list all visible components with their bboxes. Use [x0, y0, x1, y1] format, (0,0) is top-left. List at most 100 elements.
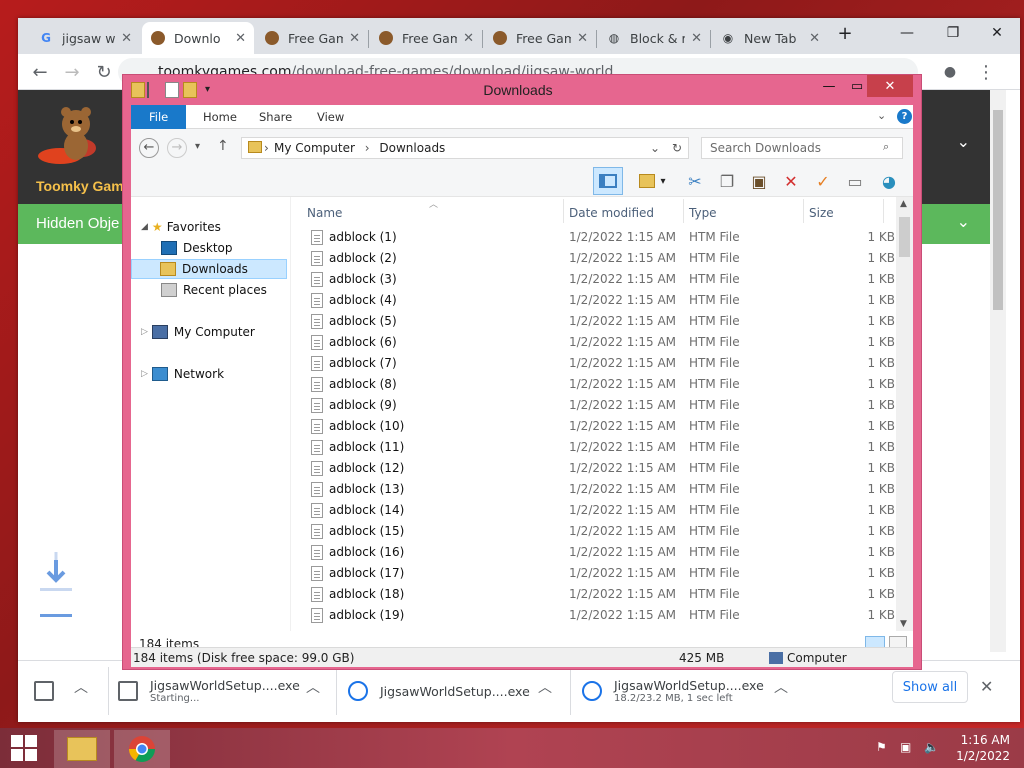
- close-tab-icon[interactable]: ✕: [235, 31, 246, 46]
- file-row[interactable]: adblock (11) 1/2/2022 1:15 AM HTM File 1 KB: [301, 437, 895, 458]
- tab-file[interactable]: File: [131, 105, 187, 129]
- copy-icon[interactable]: ❐: [715, 169, 739, 193]
- checkmark-icon[interactable]: ✓: [811, 169, 835, 193]
- search-input[interactable]: Search Downloads: [701, 137, 903, 159]
- tab-home[interactable]: Home: [189, 105, 251, 129]
- tab-view[interactable]: View: [303, 105, 358, 129]
- nav-desktop[interactable]: Desktop: [161, 238, 233, 258]
- column-divider[interactable]: [803, 199, 804, 223]
- column-type[interactable]: Type: [689, 206, 717, 220]
- scrollbar-thumb[interactable]: [899, 217, 910, 257]
- folder-options-icon[interactable]: [635, 169, 659, 193]
- file-row[interactable]: adblock (8) 1/2/2022 1:15 AM HTM File 1 KB: [301, 374, 895, 395]
- file-row[interactable]: adblock (1) 1/2/2022 1:15 AM HTM File 1 KB: [301, 227, 895, 248]
- preview-pane-icon[interactable]: [593, 167, 623, 195]
- file-row[interactable]: adblock (3) 1/2/2022 1:15 AM HTM File 1 KB: [301, 269, 895, 290]
- browser-tab[interactable]: Free Gam ✕: [256, 22, 368, 54]
- close-tab-icon[interactable]: ✕: [121, 31, 132, 46]
- forward-icon[interactable]: →: [167, 138, 187, 158]
- close-tab-icon[interactable]: ✕: [463, 31, 474, 46]
- column-divider[interactable]: [883, 199, 884, 223]
- refresh-icon[interactable]: ↻: [672, 138, 682, 158]
- delete-icon[interactable]: ✕: [779, 169, 803, 193]
- file-row[interactable]: adblock (10) 1/2/2022 1:15 AM HTM File 1 KB: [301, 416, 895, 437]
- download-item[interactable]: JigsawWorldSetup....exe 18.2/23.2 MB, 1 …: [582, 669, 782, 713]
- site-name[interactable]: Toomky Gam: [36, 178, 124, 194]
- file-row[interactable]: adblock (6) 1/2/2022 1:15 AM HTM File 1 KB: [301, 332, 895, 353]
- chevron-down-icon[interactable]: ⌄: [877, 109, 886, 122]
- nav-downloads[interactable]: Downloads: [131, 259, 287, 279]
- maximize-button[interactable]: ❐: [930, 18, 976, 48]
- download-item[interactable]: JigsawWorldSetup....exe: [348, 669, 548, 713]
- file-list-scrollbar[interactable]: ▲ ▼: [896, 197, 913, 631]
- file-row[interactable]: adblock (13) 1/2/2022 1:15 AM HTM File 1 KB: [301, 479, 895, 500]
- scroll-up-icon[interactable]: ▲: [900, 199, 907, 209]
- nav-recent-places[interactable]: Recent places: [161, 280, 267, 300]
- chevron-up-icon[interactable]: ︿: [538, 677, 552, 697]
- breadcrumb-computer[interactable]: My Computer: [274, 141, 355, 155]
- file-row[interactable]: adblock (9) 1/2/2022 1:15 AM HTM File 1 KB: [301, 395, 895, 416]
- file-row[interactable]: adblock (7) 1/2/2022 1:15 AM HTM File 1 KB: [301, 353, 895, 374]
- file-row[interactable]: adblock (14) 1/2/2022 1:15 AM HTM File 1 KB: [301, 500, 895, 521]
- nav-network[interactable]: ▷ Network: [141, 364, 224, 384]
- file-row[interactable]: adblock (5) 1/2/2022 1:15 AM HTM File 1 KB: [301, 311, 895, 332]
- chevron-down-icon[interactable]: ▾: [657, 169, 669, 193]
- chevron-right-icon[interactable]: ›: [365, 141, 370, 155]
- back-icon[interactable]: ←: [28, 60, 52, 84]
- expand-icon[interactable]: ▷: [141, 364, 148, 384]
- scrollbar-thumb[interactable]: [993, 110, 1003, 310]
- page-scrollbar[interactable]: [990, 90, 1006, 652]
- explorer-titlebar[interactable]: ▾ Downloads — ▭ ✕: [123, 75, 923, 105]
- close-tab-icon[interactable]: ✕: [349, 31, 360, 46]
- volume-muted-icon[interactable]: 🔈: [924, 740, 940, 756]
- show-all-button[interactable]: Show all: [892, 671, 968, 703]
- close-icon[interactable]: ✕: [980, 677, 993, 696]
- file-row[interactable]: adblock (17) 1/2/2022 1:15 AM HTM File 1 KB: [301, 563, 895, 584]
- file-row[interactable]: adblock (4) 1/2/2022 1:15 AM HTM File 1 KB: [301, 290, 895, 311]
- action-center-flag-icon[interactable]: ⚑: [876, 740, 892, 756]
- file-row[interactable]: adblock (18) 1/2/2022 1:15 AM HTM File 1 KB: [301, 584, 895, 605]
- chevron-down-icon[interactable]: ⌄: [650, 138, 660, 158]
- chevron-down-icon[interactable]: ⌄: [957, 212, 970, 231]
- help-icon[interactable]: ?: [897, 109, 912, 124]
- tab-share[interactable]: Share: [245, 105, 306, 129]
- download-item-partial[interactable]: [34, 669, 66, 713]
- file-row[interactable]: adblock (12) 1/2/2022 1:15 AM HTM File 1 KB: [301, 458, 895, 479]
- system-clock[interactable]: 1:16 AM 1/2/2022: [956, 732, 1010, 764]
- chevron-up-icon[interactable]: ︿: [306, 677, 320, 697]
- download-item[interactable]: JigsawWorldSetup....exe Starting...: [118, 669, 318, 713]
- column-name[interactable]: Name: [307, 206, 342, 220]
- close-button[interactable]: ✕: [867, 75, 913, 97]
- nav-favorites[interactable]: ◢ ★ Favorites: [141, 217, 221, 237]
- back-icon[interactable]: ←: [139, 138, 159, 158]
- menu-icon[interactable]: ⋮: [974, 60, 998, 84]
- close-tab-icon[interactable]: ✕: [691, 31, 702, 46]
- expand-icon[interactable]: ◢: [141, 217, 148, 237]
- minimize-button[interactable]: —: [884, 18, 930, 48]
- nav-my-computer[interactable]: ▷ My Computer: [141, 322, 255, 342]
- up-arrow-icon[interactable]: ↑: [217, 138, 229, 154]
- forward-icon[interactable]: →: [60, 60, 84, 84]
- paste-icon[interactable]: ▣: [747, 169, 771, 193]
- taskbar-explorer[interactable]: [54, 730, 110, 768]
- column-divider[interactable]: [683, 199, 684, 223]
- site-nav-label[interactable]: Hidden Obje: [36, 215, 119, 232]
- breadcrumb-downloads[interactable]: Downloads: [379, 141, 445, 155]
- file-row[interactable]: adblock (15) 1/2/2022 1:15 AM HTM File 1 KB: [301, 521, 895, 542]
- address-bar[interactable]: › My Computer › Downloads ⌄ ↻: [241, 137, 689, 159]
- file-row[interactable]: adblock (16) 1/2/2022 1:15 AM HTM File 1 KB: [301, 542, 895, 563]
- taskbar-chrome[interactable]: [114, 730, 170, 768]
- browser-tab[interactable]: Free Gam ✕: [484, 22, 596, 54]
- chevron-down-icon[interactable]: ⌄: [957, 132, 970, 151]
- chevron-up-icon[interactable]: ︿: [774, 677, 788, 697]
- rename-icon[interactable]: ▭: [843, 169, 867, 193]
- close-tab-icon[interactable]: ✕: [809, 31, 820, 46]
- network-tray-icon[interactable]: ▣: [900, 740, 916, 756]
- column-size[interactable]: Size: [809, 206, 834, 220]
- expand-icon[interactable]: ▷: [141, 322, 148, 342]
- browser-tab-active[interactable]: Downlo ✕: [142, 22, 254, 54]
- scroll-down-icon[interactable]: ▼: [900, 619, 907, 629]
- browser-tab[interactable]: Free Gam ✕: [370, 22, 482, 54]
- properties-icon[interactable]: ◕: [877, 169, 901, 193]
- new-tab-button[interactable]: +: [830, 18, 860, 48]
